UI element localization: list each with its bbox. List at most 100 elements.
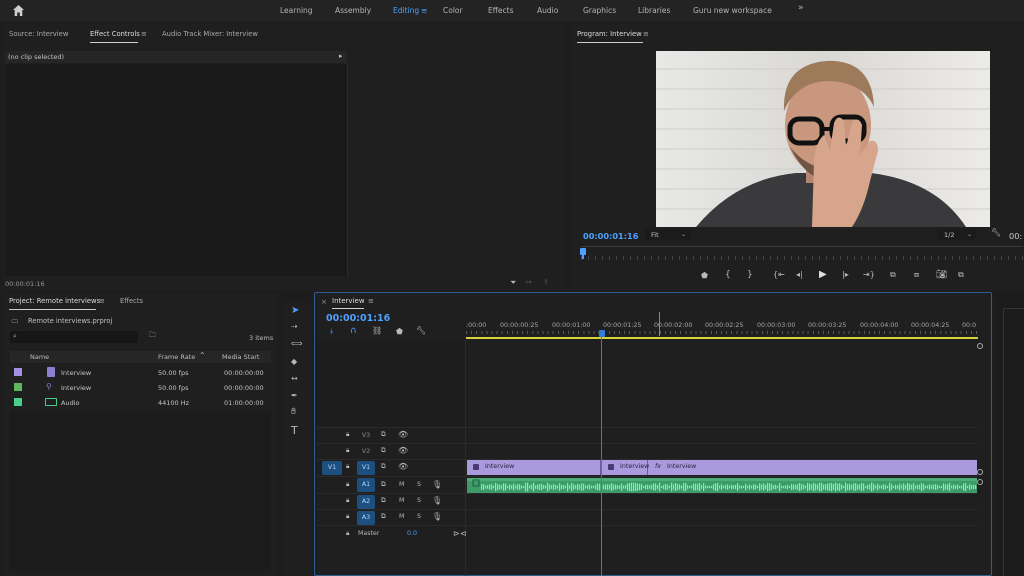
workspace-effects[interactable]: Effects: [488, 6, 514, 15]
close-icon[interactable]: ×: [321, 298, 327, 306]
sync-lock-icon[interactable]: ⧉: [381, 447, 386, 455]
search-input[interactable]: ⌕: [10, 331, 138, 343]
microphone-icon[interactable]: 🎙︎: [432, 480, 442, 489]
snap-magnet-icon[interactable]: ∩: [350, 327, 357, 336]
solo-button[interactable]: S: [417, 497, 421, 504]
microphone-icon[interactable]: 🎙︎: [432, 512, 442, 521]
sort-ascending-icon[interactable]: ⌃: [199, 351, 206, 360]
sync-lock-icon[interactable]: ⧉: [381, 463, 386, 471]
timeline-title[interactable]: Interview: [332, 297, 365, 305]
track-target-v3[interactable]: V3: [357, 429, 375, 443]
lock-icon[interactable]: 🔒︎: [346, 513, 349, 521]
timeline-playhead-handle[interactable]: [599, 330, 605, 337]
microphone-icon[interactable]: 🎙︎: [432, 496, 442, 505]
pen-tool-icon[interactable]: ✒: [291, 392, 298, 400]
track-target-v1[interactable]: V1: [357, 461, 375, 475]
eye-icon[interactable]: 👁︎: [398, 430, 408, 439]
scroll-handle-icon[interactable]: [977, 479, 983, 485]
expand-triangle-icon[interactable]: ▸: [339, 52, 343, 60]
tab-effect-controls[interactable]: Effect Controls: [90, 30, 140, 38]
mute-button[interactable]: M: [399, 513, 404, 520]
selection-tool-icon[interactable]: ➤: [291, 306, 299, 316]
column-name[interactable]: Name: [30, 353, 49, 361]
resolution-dropdown[interactable]: 1/2 ⌄: [938, 229, 976, 240]
column-frame-rate[interactable]: Frame Rate: [158, 353, 195, 361]
panel-menu-icon[interactable]: ≡: [643, 30, 649, 38]
razor-tool-icon[interactable]: ◆: [291, 358, 297, 366]
extract-icon[interactable]: ⧈: [914, 271, 919, 279]
column-media-start[interactable]: Media Start: [222, 353, 259, 361]
sync-lock-icon[interactable]: ⧉: [381, 513, 386, 521]
new-bin-icon[interactable]: 🗀︎: [149, 332, 156, 339]
sync-lock-icon[interactable]: ⧉: [381, 431, 386, 439]
add-marker-icon[interactable]: ⬟: [701, 272, 708, 280]
label-color-swatch[interactable]: [14, 368, 22, 376]
workspace-learning[interactable]: Learning: [280, 6, 313, 15]
panel-splitter[interactable]: [347, 64, 348, 276]
timeline-timecode[interactable]: 00:00:01:16: [326, 313, 390, 324]
play-icon[interactable]: ▶: [819, 270, 827, 280]
track-target-v2[interactable]: V2: [357, 445, 375, 459]
list-item[interactable]: Interview 50.00 fps 00:00:00:00: [10, 365, 271, 380]
list-item[interactable]: Audio 44100 Hz 01:00:00:00: [10, 395, 271, 410]
home-icon[interactable]: [12, 4, 25, 17]
type-tool-icon[interactable]: T: [291, 425, 298, 436]
mark-out-icon[interactable]: }: [747, 271, 753, 280]
workspace-guru[interactable]: Guru new workspace: [693, 6, 772, 15]
tab-audio-track-mixer[interactable]: Audio Track Mixer: Interview: [162, 30, 258, 38]
go-to-in-icon[interactable]: {⇤: [773, 271, 785, 279]
step-forward-icon[interactable]: |▸: [842, 271, 849, 279]
workspace-editing[interactable]: Editing: [393, 6, 419, 15]
scroll-handle-icon[interactable]: [977, 469, 983, 475]
ripple-edit-tool-icon[interactable]: ⟺: [291, 340, 302, 348]
lift-icon[interactable]: ⧉: [890, 271, 896, 279]
lock-icon[interactable]: 🔒︎: [346, 447, 349, 455]
go-to-out-icon[interactable]: ⇥}: [863, 271, 875, 279]
lock-icon[interactable]: 🔒︎: [346, 497, 349, 505]
linked-selection-icon[interactable]: ⛓︎: [372, 327, 382, 335]
nest-toggle-icon[interactable]: ⍭: [329, 328, 334, 336]
track-target-a2[interactable]: A2: [357, 495, 375, 509]
audio-clip[interactable]: [467, 478, 977, 493]
video-clip[interactable]: fx Interview: [649, 460, 977, 475]
scroll-handle-icon[interactable]: [977, 343, 983, 349]
workspace-graphics[interactable]: Graphics: [583, 6, 616, 15]
track-target-a3[interactable]: A3: [357, 511, 375, 525]
panel-menu-icon[interactable]: ≡: [368, 297, 374, 305]
eye-icon[interactable]: 👁︎: [398, 462, 408, 471]
track-select-tool-icon[interactable]: ⇢: [291, 323, 298, 331]
tab-source[interactable]: Source: Interview: [9, 30, 68, 38]
filter-icon[interactable]: ⏷: [510, 279, 516, 287]
mark-in-icon[interactable]: {: [725, 271, 731, 280]
program-timecode[interactable]: 00:00:01:16: [583, 231, 638, 241]
tab-effects[interactable]: Effects: [120, 297, 143, 305]
slip-tool-icon[interactable]: ↔: [291, 375, 298, 383]
camera-icon[interactable]: 📷︎: [936, 271, 947, 280]
label-color-swatch[interactable]: [14, 398, 22, 406]
eye-icon[interactable]: 👁︎: [398, 446, 408, 455]
lock-icon[interactable]: 🔒︎: [346, 530, 349, 538]
solo-button[interactable]: S: [417, 481, 421, 488]
source-patch-v1[interactable]: V1: [322, 461, 342, 475]
lock-icon[interactable]: 🔒︎: [346, 463, 349, 471]
comparison-view-icon[interactable]: ⧉: [958, 271, 964, 279]
work-area-bar[interactable]: [466, 337, 978, 339]
workspace-overflow-icon[interactable]: »: [798, 3, 804, 13]
workspace-audio[interactable]: Audio: [537, 6, 558, 15]
wrench-icon[interactable]: 🔧︎: [416, 327, 426, 335]
workspace-menu-icon[interactable]: ≡: [421, 6, 427, 15]
panel-menu-icon[interactable]: ≡: [99, 297, 105, 305]
wrench-icon[interactable]: 🔧︎: [991, 229, 1001, 237]
label-color-swatch[interactable]: [14, 383, 22, 391]
panel-menu-icon[interactable]: ≡: [141, 30, 147, 38]
lock-icon[interactable]: 🔒︎: [346, 431, 349, 439]
sync-lock-icon[interactable]: ⧉: [381, 497, 386, 505]
workspace-assembly[interactable]: Assembly: [335, 6, 371, 15]
sync-lock-icon[interactable]: ⧉: [381, 481, 386, 489]
fit-dropdown[interactable]: Fit ⌄: [645, 229, 691, 240]
workspace-color[interactable]: Color: [443, 6, 463, 15]
hand-tool-icon[interactable]: ✋︎: [291, 408, 296, 417]
header-splitter[interactable]: [465, 339, 466, 576]
scrubber-track[interactable]: [581, 246, 1023, 247]
video-clip[interactable]: Interview: [602, 460, 649, 475]
